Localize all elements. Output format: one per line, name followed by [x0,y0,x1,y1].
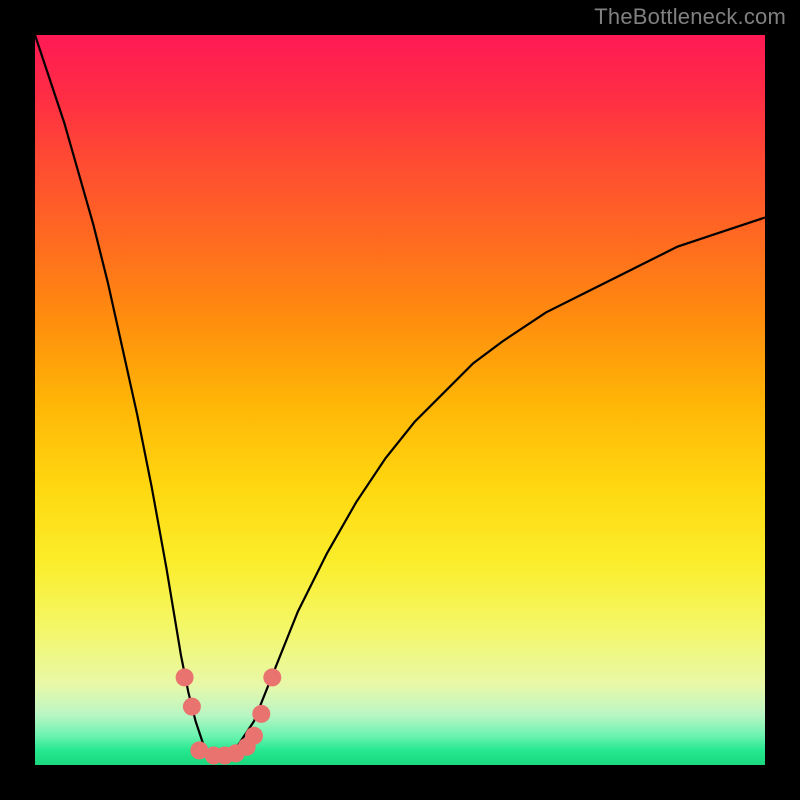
plot-area [35,35,765,765]
curve-marker [176,668,194,686]
chart-svg [35,35,765,765]
bottleneck-curve [35,35,765,756]
watermark-text: TheBottleneck.com [594,4,786,30]
curve-marker [263,668,281,686]
chart-frame: TheBottleneck.com [0,0,800,800]
curve-marker [183,698,201,716]
curve-marker [252,705,270,723]
curve-markers [176,668,282,764]
curve-marker [245,727,263,745]
